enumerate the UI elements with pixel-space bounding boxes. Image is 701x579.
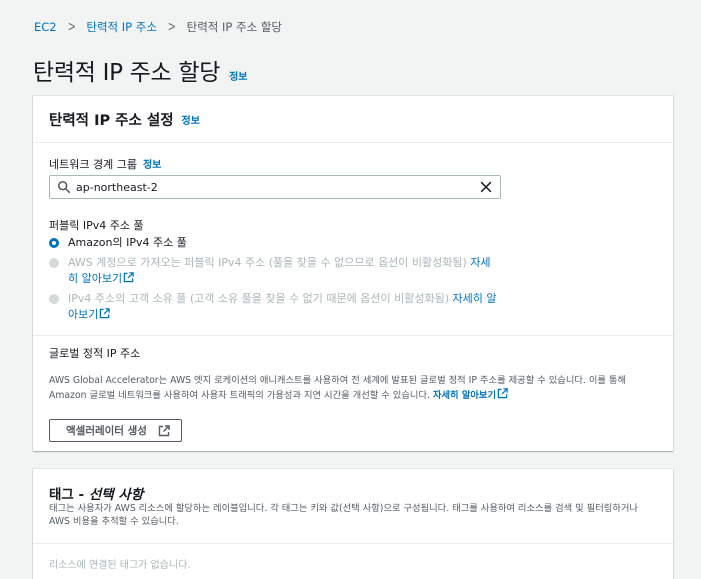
create-accelerator-label: 액셀러레이터 생성 [66,425,147,437]
search-icon [57,180,71,194]
pool-option-amazon-label: Amazon의 IPv4 주소 풀 [68,236,187,249]
elastic-ip-settings-panel: 탄력적 IP 주소 설정 정보 네트워크 경계 그룹 정보 퍼블릭 IPv4 주소… [33,96,673,451]
tags-panel: 태그 - 선택 사항 태그는 사용자가 AWS 리소스에 할당하는 레이블입니다… [33,469,673,579]
radio-disabled [49,258,59,268]
tags-title: 태그 - 선택 사항 [49,487,144,503]
pool-option-byoip-label: AWS 계정으로 가져오는 퍼블릭 IPv4 주소 (풀을 찾을 수 없으므로 … [68,256,467,269]
radio-disabled [49,294,59,304]
external-link-icon [123,272,134,283]
radio-selected[interactable] [49,238,59,248]
external-link-icon [158,424,170,436]
global-accelerator-learn-more-link[interactable]: 자세히 알아보기 [433,388,508,401]
create-accelerator-button[interactable]: 액셀러레이터 생성 [49,419,182,442]
pool-option-byoip: AWS 계정으로 가져오는 퍼블릭 IPv4 주소 (풀을 찾을 수 없으므로 … [49,255,498,287]
breadcrumb-current: 탄력적 IP 주소 할당 [186,20,282,34]
divider [33,335,673,336]
settings-title: 탄력적 IP 주소 설정 [49,112,174,129]
divider [33,543,673,544]
network-border-group-label-text: 네트워크 경계 그룹 [49,158,137,171]
page-title: 탄력적 IP 주소 할당 [33,60,221,86]
network-border-group-input[interactable] [76,180,479,194]
ipv4-pool-label: 퍼블릭 IPv4 주소 풀 [49,219,144,232]
network-border-group-select[interactable] [49,175,501,199]
pool-option-customer-owned: IPv4 주소의 고객 소유 풀 (고객 소유 풀을 찾을 수 없기 때문에 옵… [49,291,498,323]
network-border-group-label: 네트워크 경계 그룹 정보 [49,156,161,172]
network-border-group-info-link[interactable]: 정보 [143,160,161,171]
external-link-icon [497,388,508,399]
settings-info-link[interactable]: 정보 [182,112,200,127]
chevron-right-icon: > [167,19,176,35]
breadcrumb: EC2 > 탄력적 IP 주소 > 탄력적 IP 주소 할당 [34,19,282,35]
global-static-ip-label: 글로벌 정적 IP 주소 [49,347,141,360]
page-header: 탄력적 IP 주소 할당 정보 [33,53,248,87]
breadcrumb-elastic-ips[interactable]: 탄력적 IP 주소 [86,19,157,35]
breadcrumb-ec2[interactable]: EC2 [34,20,57,34]
external-link-icon [100,308,111,319]
pool-option-amazon[interactable]: Amazon의 IPv4 주소 풀 [49,235,498,251]
global-accelerator-description: AWS Global Accelerator는 AWS 엣지 로케이션의 애니캐… [49,375,627,401]
page-info-link[interactable]: 정보 [229,68,247,83]
close-icon[interactable] [479,180,493,194]
tags-description: 태그는 사용자가 AWS 리소스에 할당하는 레이블입니다. 각 태그는 키와 … [49,503,638,527]
tags-empty-text: 리소스에 연결된 태그가 없습니다. [49,560,191,571]
settings-header: 탄력적 IP 주소 설정 정보 [33,96,673,143]
chevron-right-icon: > [67,19,76,35]
pool-option-customer-owned-label: IPv4 주소의 고객 소유 풀 (고객 소유 풀을 찾을 수 없기 때문에 옵… [68,292,450,305]
